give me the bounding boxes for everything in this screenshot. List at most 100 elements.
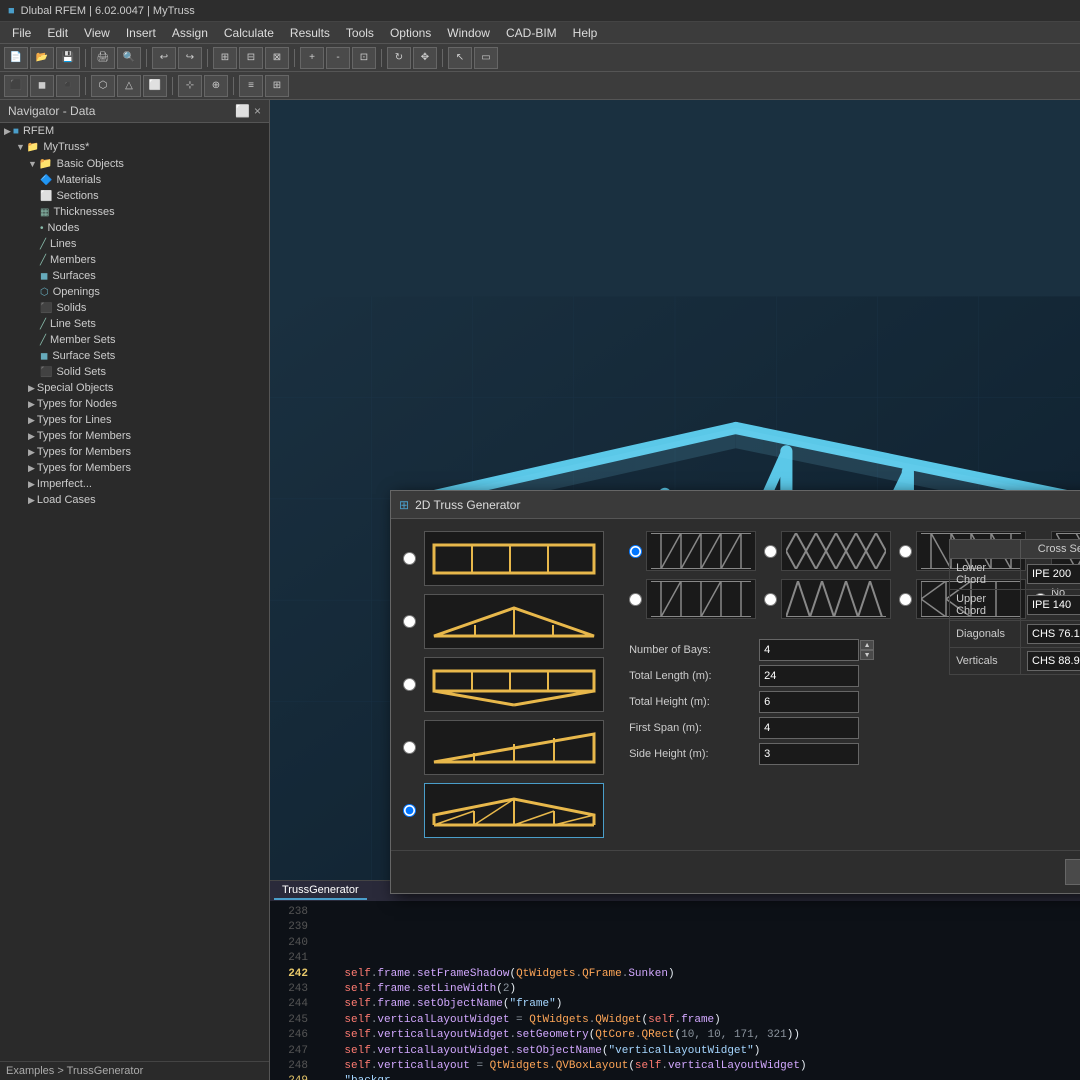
pattern-label-5[interactable] xyxy=(646,579,756,619)
param-input-bays[interactable] xyxy=(759,639,859,661)
toolbar-r2-2[interactable]: ◼ xyxy=(30,75,54,97)
nav-types-nodes[interactable]: ▶ Types for Nodes xyxy=(0,396,269,412)
shape-option-2[interactable] xyxy=(403,594,619,649)
pattern-option-2[interactable] xyxy=(764,531,891,571)
menu-results[interactable]: Results xyxy=(282,22,338,44)
pattern-radio-2[interactable] xyxy=(764,545,777,558)
toolbar-r2-8[interactable]: ⊕ xyxy=(204,75,228,97)
toolbar-r2-4[interactable]: ⬡ xyxy=(91,75,115,97)
shape-label-2[interactable] xyxy=(424,594,604,649)
menu-view[interactable]: View xyxy=(76,22,118,44)
navigator-expand[interactable]: ⬜ xyxy=(235,104,250,118)
section-input-lowerchord[interactable] xyxy=(1027,564,1080,584)
create-model-button[interactable]: Create Model xyxy=(1065,859,1080,885)
toolbar-r2-7[interactable]: ⊹ xyxy=(178,75,202,97)
nav-mytruss[interactable]: ▼ 📁 MyTruss* xyxy=(0,139,269,155)
pattern-radio-7[interactable] xyxy=(899,593,912,606)
pattern-radio-3[interactable] xyxy=(899,545,912,558)
nav-surfacesets[interactable]: ◼ Surface Sets xyxy=(0,348,269,364)
toolbar-r2-3[interactable]: ◾ xyxy=(56,75,80,97)
shape-radio-5[interactable] xyxy=(403,804,416,817)
spinner-down-bays[interactable]: ▼ xyxy=(860,650,874,660)
shape-label-1[interactable] xyxy=(424,531,604,586)
nav-linesets[interactable]: ╱ Line Sets xyxy=(0,316,269,332)
section-input-upperchord[interactable] xyxy=(1027,595,1080,615)
pattern-option-1[interactable] xyxy=(629,531,756,571)
shape-radio-1[interactable] xyxy=(403,552,416,565)
nav-surfaces[interactable]: ◼ Surfaces xyxy=(0,268,269,284)
toolbar-btn1[interactable]: ⊞ xyxy=(213,47,237,69)
menu-calculate[interactable]: Calculate xyxy=(216,22,282,44)
toolbar-undo[interactable]: ↩ xyxy=(152,47,176,69)
nav-thicknesses[interactable]: ▦ Thicknesses xyxy=(0,204,269,220)
toolbar-r2-5[interactable]: △ xyxy=(117,75,141,97)
shape-option-5[interactable] xyxy=(403,783,619,838)
nav-imperfect[interactable]: ▶ Imperfect... xyxy=(0,476,269,492)
section-input-verticals[interactable] xyxy=(1027,651,1080,671)
toolbar-fit[interactable]: ⊡ xyxy=(352,47,376,69)
toolbar-r2-grid[interactable]: ⊞ xyxy=(265,75,289,97)
nav-types-members2[interactable]: ▶ Types for Members xyxy=(0,444,269,460)
toolbar-pan[interactable]: ✥ xyxy=(413,47,437,69)
viewport[interactable]: TrussGenerator 238 239 240 241 xyxy=(270,100,1080,1080)
nav-types-lines[interactable]: ▶ Types for Lines xyxy=(0,412,269,428)
toolbar-cursor[interactable]: ↖ xyxy=(448,47,472,69)
nav-specialobj[interactable]: ▶ Special Objects xyxy=(0,380,269,396)
menu-tools[interactable]: Tools xyxy=(338,22,382,44)
toolbar-r2-layers[interactable]: ≡ xyxy=(239,75,263,97)
nav-types-members3[interactable]: ▶ Types for Members xyxy=(0,460,269,476)
shape-option-1[interactable] xyxy=(403,531,619,586)
shape-option-4[interactable] xyxy=(403,720,619,775)
shape-label-4[interactable] xyxy=(424,720,604,775)
spinner-up-bays[interactable]: ▲ xyxy=(860,640,874,650)
toolbar-btn3[interactable]: ⊠ xyxy=(265,47,289,69)
toolbar-r2-1[interactable]: ⬛ xyxy=(4,75,28,97)
toolbar-printprev[interactable]: 🔍 xyxy=(117,47,141,69)
pattern-label-6[interactable] xyxy=(781,579,891,619)
pattern-radio-5[interactable] xyxy=(629,593,642,606)
shape-radio-4[interactable] xyxy=(403,741,416,754)
nav-rfem[interactable]: ▶ ■ RFEM xyxy=(0,123,269,139)
menu-help[interactable]: Help xyxy=(565,22,606,44)
param-input-sideheight[interactable] xyxy=(759,743,859,765)
nav-nodes[interactable]: • Nodes xyxy=(0,220,269,236)
pattern-radio-6[interactable] xyxy=(764,593,777,606)
param-input-length[interactable] xyxy=(759,665,859,687)
pattern-option-6[interactable] xyxy=(764,579,891,619)
bottom-tab-truss[interactable]: TrussGenerator xyxy=(274,882,367,900)
menu-edit[interactable]: Edit xyxy=(39,22,76,44)
section-input-diagonals[interactable] xyxy=(1027,624,1080,644)
param-input-height[interactable] xyxy=(759,691,859,713)
nav-sections[interactable]: ⬜ Sections xyxy=(0,188,269,204)
nav-openings[interactable]: ⬡ Openings xyxy=(0,284,269,300)
nav-solids[interactable]: ⬛ Solids xyxy=(0,300,269,316)
menu-options[interactable]: Options xyxy=(382,22,439,44)
menu-file[interactable]: File xyxy=(4,22,39,44)
toolbar-open[interactable]: 📂 xyxy=(30,47,54,69)
toolbar-r2-6[interactable]: ⬜ xyxy=(143,75,167,97)
toolbar-print[interactable]: 🖨 xyxy=(91,47,115,69)
code-area[interactable]: 238 239 240 241 242 xyxy=(270,901,1080,1080)
nav-loadcases[interactable]: ▶ Load Cases xyxy=(0,492,269,508)
toolbar-zoom-out[interactable]: - xyxy=(326,47,350,69)
pattern-radio-1[interactable] xyxy=(629,545,642,558)
toolbar-save[interactable]: 💾 xyxy=(56,47,80,69)
nav-membersets[interactable]: ╱ Member Sets xyxy=(0,332,269,348)
nav-materials[interactable]: 🔷 Materials xyxy=(0,172,269,188)
nav-basic-objects[interactable]: ▼ 📁 Basic Objects xyxy=(0,155,269,172)
param-input-firstspan[interactable] xyxy=(759,717,859,739)
toolbar-zoom-in[interactable]: + xyxy=(300,47,324,69)
shape-radio-3[interactable] xyxy=(403,678,416,691)
pattern-option-5[interactable] xyxy=(629,579,756,619)
menu-window[interactable]: Window xyxy=(439,22,498,44)
menu-insert[interactable]: Insert xyxy=(118,22,164,44)
shape-label-5[interactable] xyxy=(424,783,604,838)
shape-radio-2[interactable] xyxy=(403,615,416,628)
nav-types-members1[interactable]: ▶ Types for Members xyxy=(0,428,269,444)
navigator-close[interactable]: × xyxy=(254,104,261,118)
pattern-label-2[interactable] xyxy=(781,531,891,571)
nav-members[interactable]: ╱ Members xyxy=(0,252,269,268)
toolbar-redo[interactable]: ↪ xyxy=(178,47,202,69)
shape-option-3[interactable] xyxy=(403,657,619,712)
shape-label-3[interactable] xyxy=(424,657,604,712)
